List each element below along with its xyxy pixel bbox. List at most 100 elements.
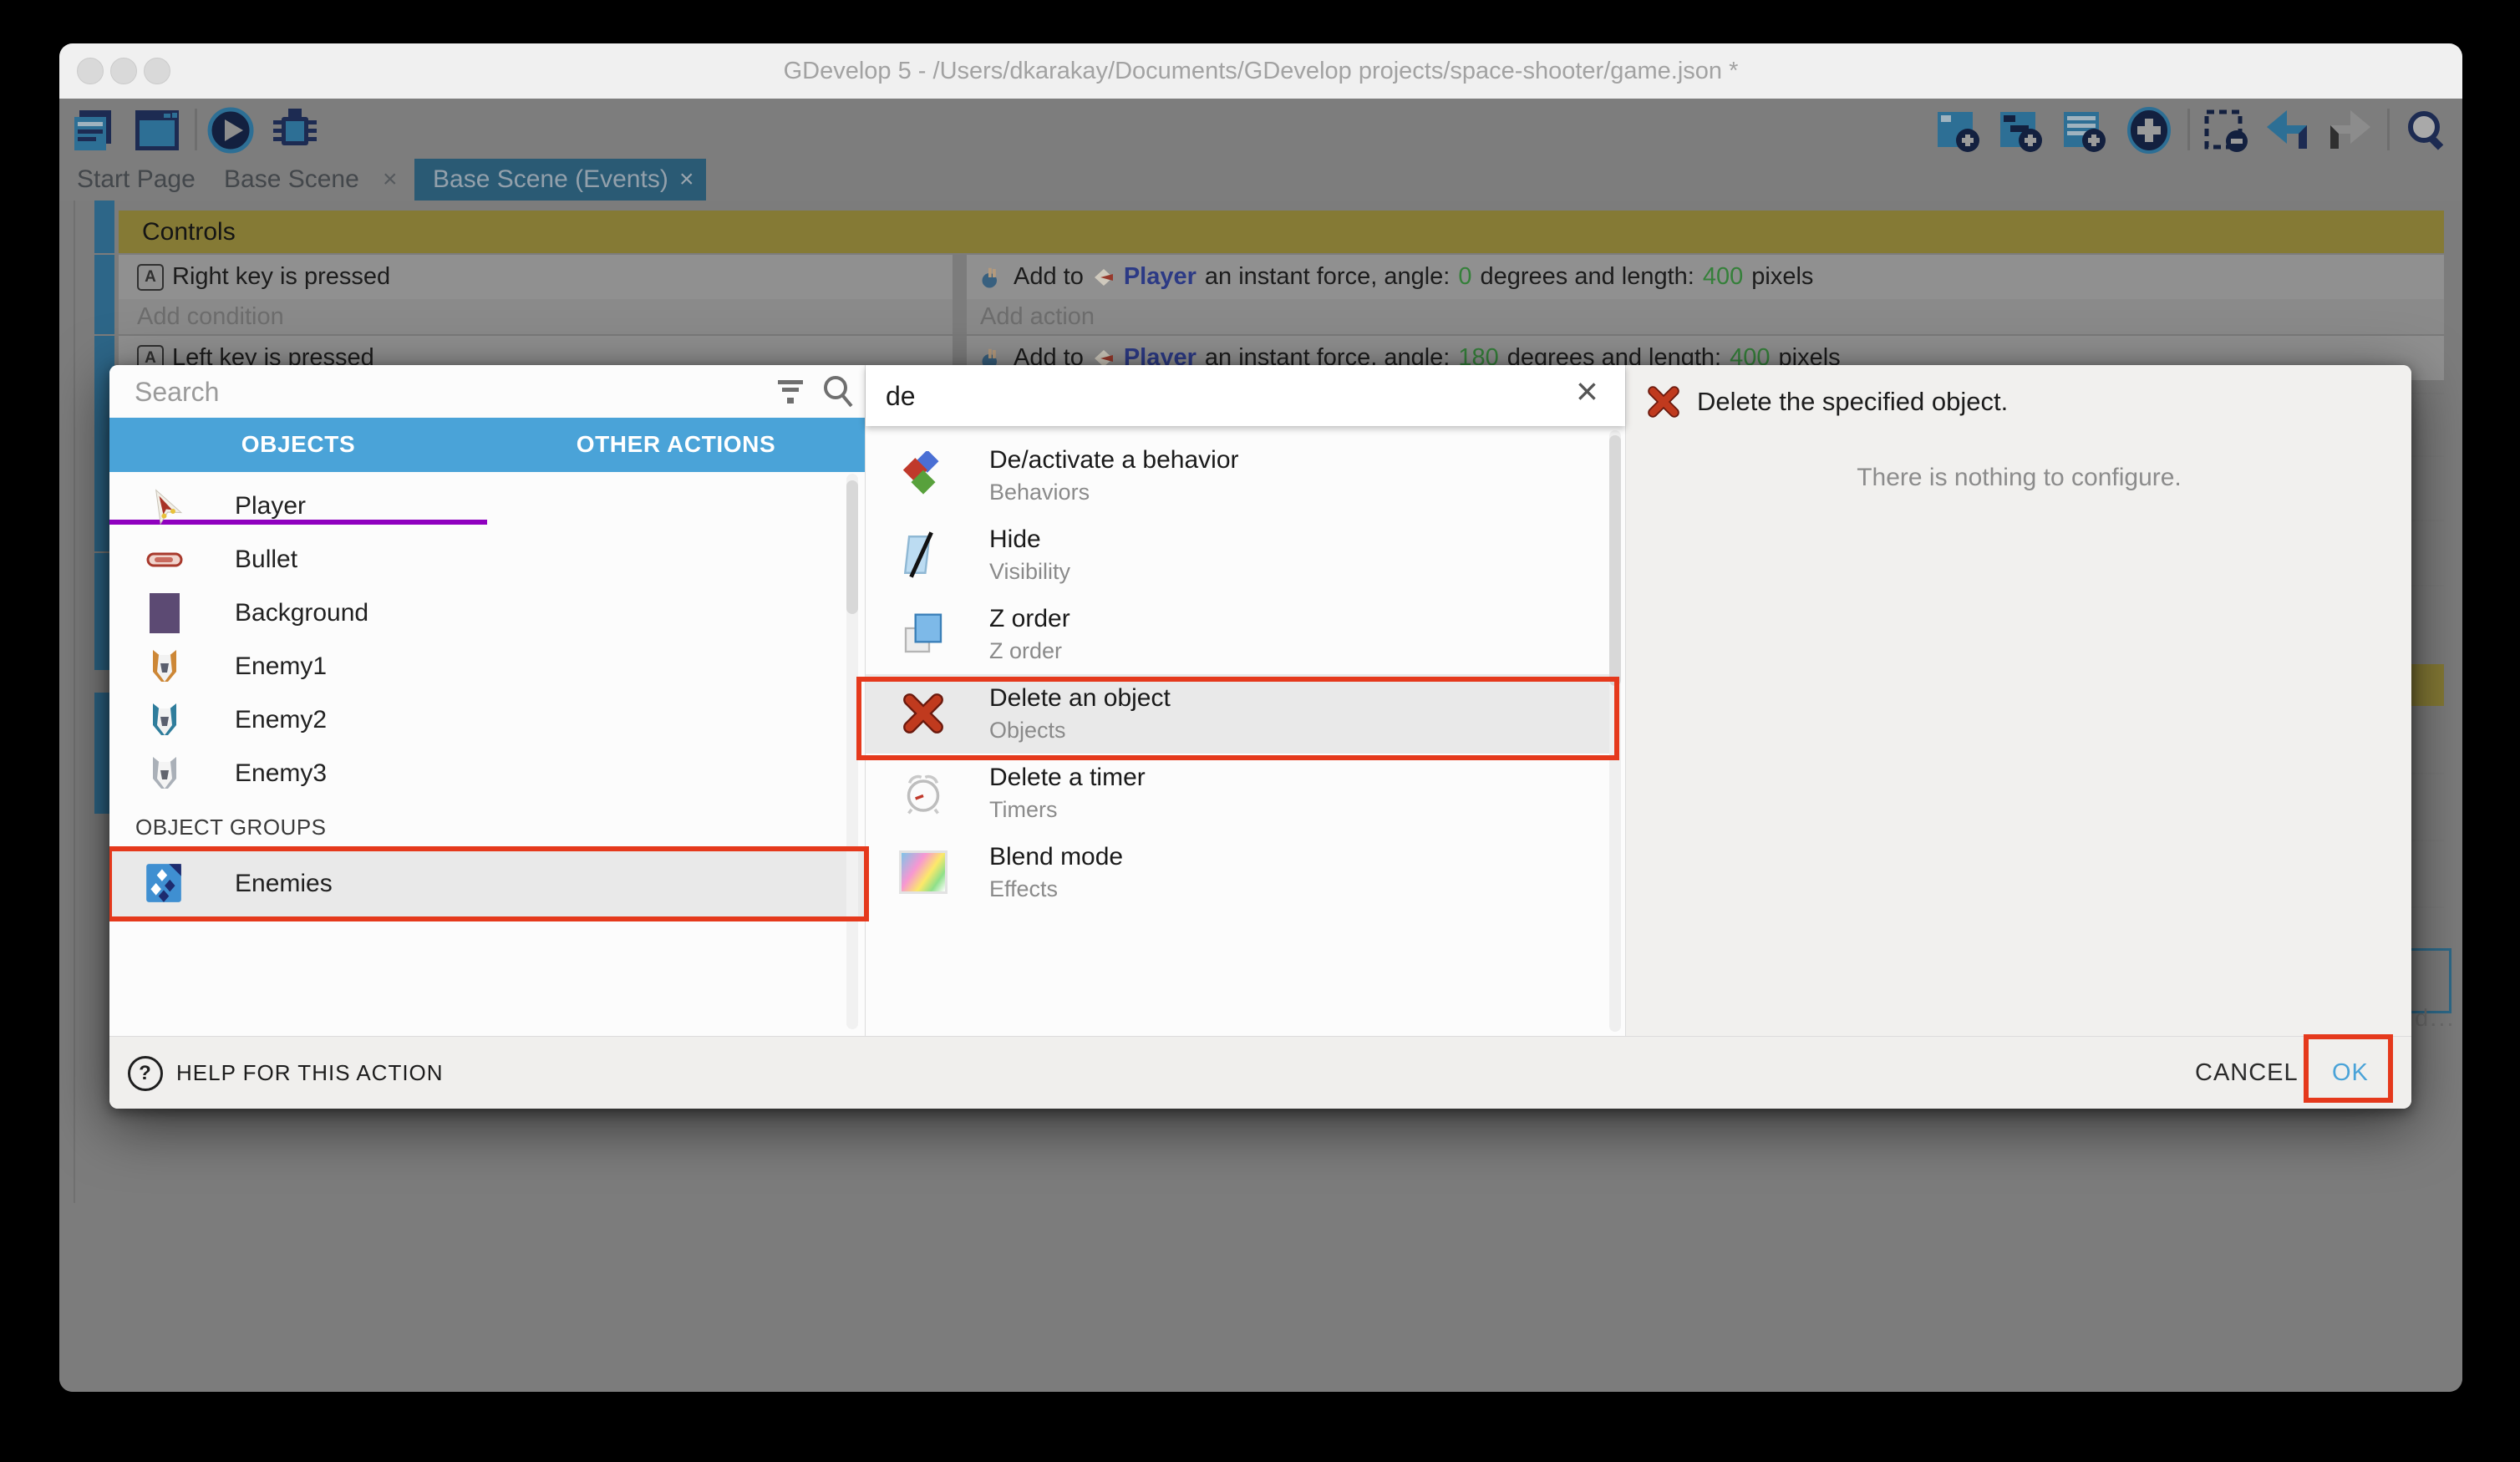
object-selector-pane: OBJECTS OTHER ACTIONS Player [109,365,866,1036]
action-title: Z order [989,605,1070,633]
keyboard-key-icon: A [137,264,164,291]
event-group-header[interactable]: Controls [119,211,2444,253]
event-handle[interactable] [94,201,114,253]
object-label: Enemy1 [235,640,327,693]
action-item-delete-timer[interactable]: Delete a timer Timers [866,754,1609,833]
object-search-icon [821,373,856,414]
group-item-enemies[interactable]: Enemies [109,851,865,916]
debugger-button[interactable] [270,107,318,154]
add-event-button[interactable] [1934,107,1983,154]
add-sub-event-button[interactable] [1997,107,2045,154]
add-comment-button[interactable] [2060,107,2109,154]
event-group-title: Controls [142,211,236,253]
group-label: Enemies [235,851,333,916]
editor-tabbar: Start Page Base Scene × Base Scene (Even… [59,159,2462,201]
object-item-bullet[interactable]: Bullet [109,533,848,586]
filter-icon[interactable] [776,377,805,411]
action-subtitle: Behaviors [989,480,1090,505]
add-condition-link[interactable]: Add condition [137,303,284,331]
object-item-enemy2[interactable]: Enemy2 [109,693,848,747]
action-cell[interactable]: Add to Player an instant force, angle: 0… [967,255,2444,299]
toolbar-separator [2187,109,2190,150]
action-item-z-order[interactable]: Z order Z order [866,595,1609,674]
add-circle-icon [2124,107,2174,154]
tab-base-scene-events[interactable]: Base Scene (Events) × [414,159,706,201]
tab-other-actions[interactable]: OTHER ACTIONS [487,418,865,472]
tab-base-scene-close-icon[interactable]: × [383,159,398,201]
action-object-name: Player [1124,263,1196,291]
delete-selection-icon [2202,107,2251,154]
red-cross-icon [896,686,951,741]
bug-icon [270,107,320,154]
action-item-hide[interactable]: Hide Visibility [866,515,1609,595]
toolbar-separator [195,109,197,150]
object-list-scrollbar[interactable] [846,474,858,1029]
event-handle[interactable] [94,255,114,334]
add-condition-row: Add condition [119,299,953,334]
editor-windows-icon [132,107,182,154]
project-manager-button[interactable] [69,107,118,154]
redo-button[interactable] [2325,107,2374,154]
action-title: Hide [989,525,1041,554]
tab-base-scene[interactable]: Base Scene [224,159,359,201]
main-toolbar [59,99,2462,159]
clear-search-icon[interactable]: × [1576,368,1598,414]
help-icon: ? [128,1056,163,1091]
search-icon [2402,107,2452,154]
z-order-icon [896,607,951,662]
object-item-enemy1[interactable]: Enemy1 [109,640,848,693]
action-text: Add to [1014,263,1084,291]
cancel-button[interactable]: CANCEL [2170,1037,2324,1109]
undo-button[interactable] [2262,107,2310,154]
action-item-deactivate-behavior[interactable]: De/activate a behavior Behaviors [866,436,1609,515]
tab-base-scene-events-close-icon[interactable]: × [679,159,694,201]
force-hand-icon [980,265,1005,290]
object-label: Background [235,586,368,640]
visibility-icon [896,527,951,582]
object-search-input[interactable] [133,372,738,412]
enemy3-ship-icon [143,752,186,795]
tab-start-page[interactable]: Start Page [77,159,196,201]
bullet-icon [143,538,186,581]
help-for-this-action-button[interactable]: ? HELP FOR THIS ACTION [128,1037,444,1109]
action-detail-title: Delete the specified object. [1697,387,2008,417]
project-manager-icon [69,107,118,154]
action-text: degrees and length: [1480,263,1694,291]
action-list-pane: × De/activate a behavior Behaviors [866,365,1625,1036]
delete-selection-button[interactable] [2202,107,2251,154]
object-item-player[interactable]: Player [109,480,848,533]
action-item-delete-object[interactable]: Delete an object Objects [866,674,1609,754]
action-subtitle: Visibility [989,559,1070,585]
titlebar: GDevelop 5 - /Users/dkarakay/Documents/G… [59,43,2462,99]
action-list-scrollbar[interactable] [1609,430,1621,1032]
search-in-events-button[interactable] [2402,107,2451,154]
action-subtitle: Effects [989,876,1058,902]
toolbar-separator [2387,109,2390,150]
add-other-event-button[interactable] [2124,107,2172,154]
object-item-enemy3[interactable]: Enemy3 [109,747,848,800]
action-search-bar: × [866,365,1625,426]
object-label: Player [235,480,306,533]
action-editor-dialog: OBJECTS OTHER ACTIONS Player [109,365,2411,1109]
blend-gradient-icon [896,845,951,900]
object-item-background[interactable]: Background [109,586,848,640]
tab-objects[interactable]: OBJECTS [109,418,487,472]
app-window: GDevelop 5 - /Users/dkarakay/Documents/G… [59,43,2462,1392]
add-action-link[interactable]: Add action [980,303,1095,331]
object-groups-header: OBJECT GROUPS [135,815,327,840]
preview-play-button[interactable] [207,107,256,154]
scrollbar-thumb[interactable] [846,480,858,614]
action-item-blend-mode[interactable]: Blend mode Effects [866,833,1609,912]
nothing-to-configure-text: There is nothing to configure. [1626,464,2411,492]
action-search-input[interactable] [884,375,1522,417]
condition-cell[interactable]: A Right key is pressed [119,255,953,299]
add-comment-icon [2060,107,2109,154]
player-ship-icon [143,485,186,528]
scrollbar-thumb[interactable] [1609,435,1621,686]
purple-square-icon [143,591,186,635]
action-detail-header: Delete the specified object. [1645,383,2008,420]
ok-button[interactable]: OK [2312,1037,2389,1109]
action-length-value: 400 [1703,263,1743,291]
scene-editors-button[interactable] [132,107,180,154]
action-subtitle: Z order [989,638,1062,664]
